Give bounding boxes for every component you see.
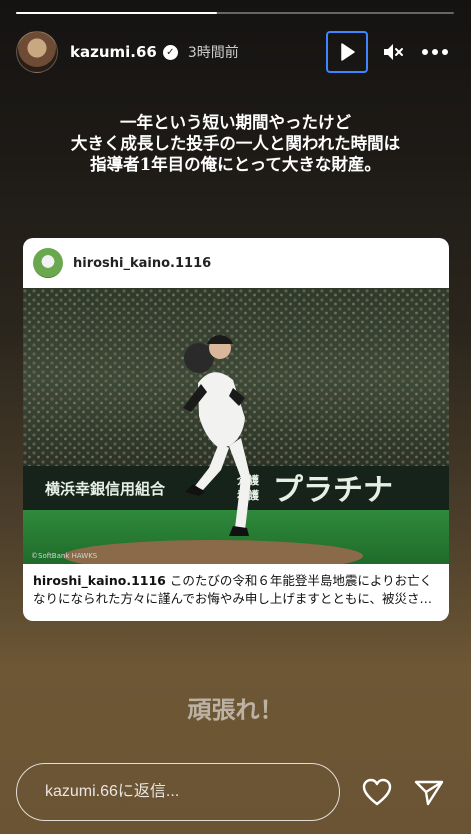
play-button[interactable] bbox=[326, 31, 368, 73]
mute-icon bbox=[384, 44, 403, 60]
story-progress-fill bbox=[16, 12, 218, 14]
post-header: hiroshi_kaino.1116 bbox=[23, 238, 449, 288]
post-avatar[interactable] bbox=[33, 248, 63, 278]
more-options-button[interactable] bbox=[414, 31, 456, 73]
caption-line: 指導者1年目の俺にとって大きな財産。 bbox=[90, 155, 381, 174]
story-progress-bar bbox=[16, 12, 454, 14]
post-caption-username: hiroshi_kaino.1116 bbox=[33, 573, 166, 588]
post-username[interactable]: hiroshi_kaino.1116 bbox=[73, 256, 211, 271]
like-button[interactable] bbox=[357, 772, 397, 812]
cheer-text: 頑張れ！ bbox=[187, 695, 284, 724]
more-icon bbox=[422, 49, 448, 55]
post-caption[interactable]: hiroshi_kaino.1116 このたびの令和６年能登半島地震によりお亡く… bbox=[23, 564, 449, 621]
story-controls bbox=[326, 31, 456, 73]
play-icon bbox=[341, 43, 355, 61]
story-username[interactable]: kazumi.66 bbox=[70, 43, 157, 61]
baseball-pitcher-photo: 横浜幸銀信用組合 介護 看護 プラチナ ©SoftBank HAWKS bbox=[23, 288, 449, 564]
avatar[interactable] bbox=[16, 31, 58, 73]
reply-input[interactable] bbox=[45, 783, 339, 801]
photo-credit: ©SoftBank HAWKS bbox=[31, 552, 98, 560]
send-button[interactable] bbox=[409, 772, 449, 812]
mute-button[interactable] bbox=[372, 31, 414, 73]
shared-post-card[interactable]: hiroshi_kaino.1116 横浜幸銀信用組合 プラチナ ©SoftBa… bbox=[23, 238, 449, 621]
story-header: kazumi.66 ✓ 3時間前 bbox=[16, 28, 456, 76]
caption-line: 一年という短い期間やったけど bbox=[120, 113, 351, 132]
reply-box[interactable] bbox=[16, 763, 340, 821]
paper-plane-icon bbox=[414, 780, 444, 806]
banner-left-text: 横浜幸銀信用組合 bbox=[45, 480, 166, 498]
heart-icon bbox=[362, 778, 392, 806]
story-caption: 一年という短い期間やったけど 大きく成長した投手の一人と関われた時間は 指導者1… bbox=[0, 112, 471, 175]
caption-line: 大きく成長した投手の一人と関われた時間は bbox=[70, 134, 401, 153]
verified-badge-icon: ✓ bbox=[162, 44, 178, 60]
post-photo[interactable]: 横浜幸銀信用組合 介護 看護 プラチナ ©SoftBank HAWKS bbox=[23, 288, 449, 564]
banner-big-text: プラチナ bbox=[273, 473, 393, 508]
story-timestamp: 3時間前 bbox=[187, 45, 239, 61]
